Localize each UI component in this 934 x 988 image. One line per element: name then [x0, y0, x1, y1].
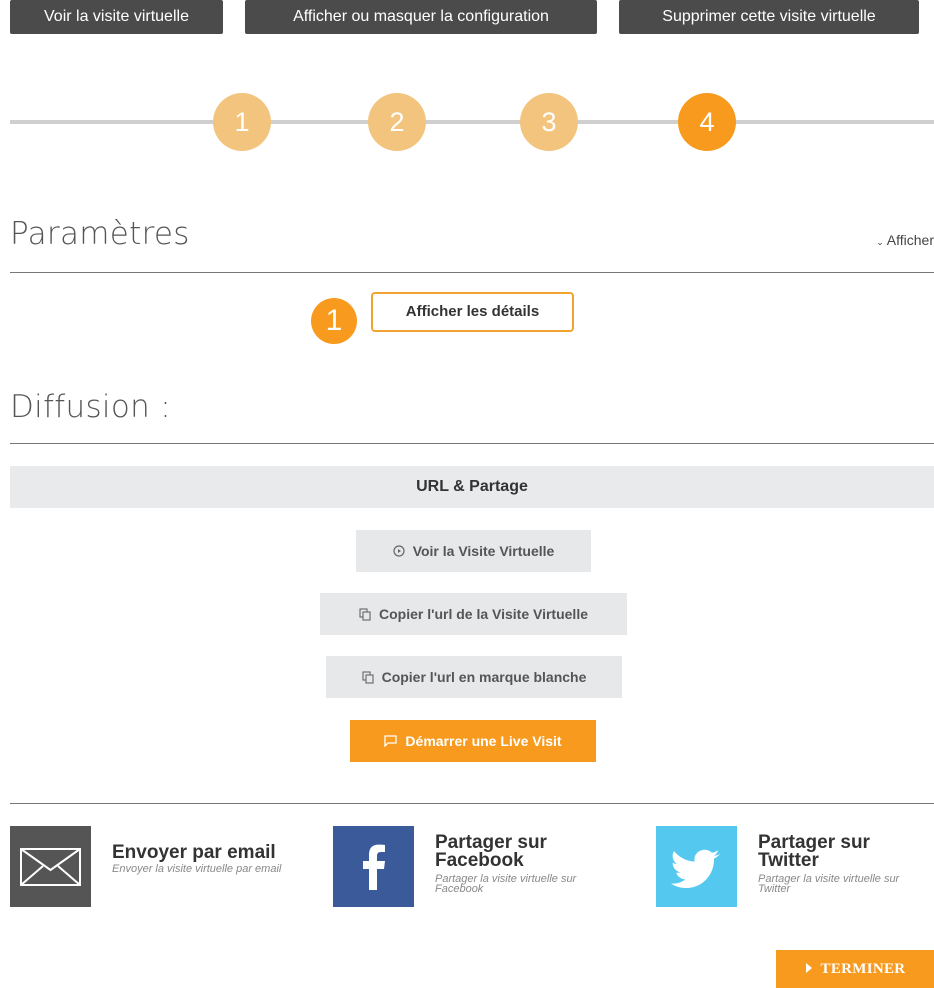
copy-icon: [359, 594, 371, 636]
facebook-share-subtitle: Partager la visite virtuelle sur Faceboo…: [435, 873, 577, 895]
facebook-share-button[interactable]: [333, 826, 414, 907]
twitter-share-subtitle: Partager la visite virtuelle sur Twitter: [758, 873, 900, 895]
copy-whitelabel-url-label: Copier l'url en marque blanche: [381, 669, 587, 685]
finish-label: TERMINER: [820, 961, 906, 977]
envelope-icon: [10, 848, 91, 911]
url-share-panel-title: URL & Partage: [10, 466, 934, 508]
start-live-visit-label: Démarrer une Live Visit: [405, 733, 562, 749]
toggle-config-button[interactable]: Afficher ou masquer la configuration: [245, 0, 597, 34]
divider: [10, 272, 934, 273]
copy-icon: [362, 657, 374, 699]
step-3[interactable]: 3: [520, 93, 578, 151]
show-details-button[interactable]: Afficher les détails: [371, 292, 574, 332]
chevron-down-icon: ⌄: [876, 237, 884, 247]
step-4[interactable]: 4: [678, 93, 736, 151]
email-share-button[interactable]: [10, 826, 91, 907]
facebook-share-title[interactable]: Partager sur Facebook: [435, 833, 615, 870]
caret-right-icon: [805, 950, 813, 988]
view-virtual-tour-button[interactable]: Voir la Visite Virtuelle: [356, 530, 591, 572]
view-tour-button[interactable]: Voir la visite virtuelle: [10, 0, 223, 34]
delete-tour-button[interactable]: Supprimer cette visite virtuelle: [619, 0, 919, 34]
step-badge: 1: [311, 298, 357, 344]
twitter-share-button[interactable]: [656, 826, 737, 907]
facebook-icon: [333, 844, 414, 911]
step-1[interactable]: 1: [213, 93, 271, 151]
copy-whitelabel-url-button[interactable]: Copier l'url en marque blanche: [326, 656, 622, 698]
copy-url-label: Copier l'url de la Visite Virtuelle: [379, 606, 588, 622]
play-circle-icon: [393, 531, 405, 573]
twitter-icon: [656, 849, 737, 911]
stepper-line: [425, 120, 521, 124]
start-live-visit-button[interactable]: Démarrer une Live Visit: [350, 720, 596, 762]
step-2[interactable]: 2: [368, 93, 426, 151]
view-virtual-tour-label: Voir la Visite Virtuelle: [412, 543, 555, 559]
stepper-line: [10, 120, 215, 124]
finish-button[interactable]: TERMINER: [776, 950, 934, 988]
stepper-line: [735, 120, 934, 124]
twitter-share-title[interactable]: Partager sur Twitter: [758, 833, 928, 870]
divider: [10, 803, 934, 804]
divider: [10, 443, 934, 444]
email-share-title[interactable]: Envoyer par email: [112, 843, 312, 862]
parametres-title: Paramètres: [10, 216, 190, 252]
email-share-subtitle: Envoyer la visite virtuelle par email: [112, 863, 282, 875]
stepper-line: [270, 120, 370, 124]
copy-url-button[interactable]: Copier l'url de la Visite Virtuelle: [320, 593, 627, 635]
parametres-toggle-label: Afficher: [886, 232, 934, 248]
diffusion-title: Diffusion :: [10, 389, 171, 425]
parametres-toggle[interactable]: ⌄ Afficher: [876, 232, 934, 248]
stepper-line: [577, 120, 680, 124]
chat-icon: [384, 720, 398, 762]
